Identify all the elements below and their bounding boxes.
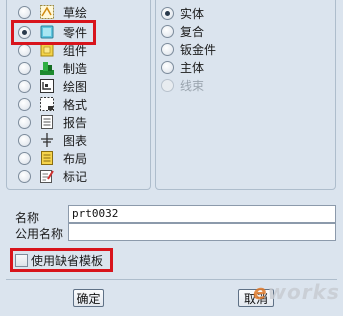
radio-button[interactable]	[161, 24, 174, 38]
type-label: 格式	[63, 97, 88, 112]
drawing-icon	[39, 78, 55, 94]
type-option-layout[interactable]: 布局	[18, 149, 87, 167]
type-option-report[interactable]: 报告	[18, 113, 87, 131]
radio-button[interactable]	[18, 133, 31, 147]
type-label: 组件	[63, 43, 88, 58]
type-option-sketch[interactable]: 草绘	[18, 3, 87, 21]
radio-button[interactable]	[18, 5, 31, 19]
type-option-part[interactable]: 零件	[18, 23, 87, 41]
subtype-option-solid[interactable]: 实体	[161, 4, 204, 22]
type-label: 制造	[63, 61, 88, 76]
manufacturing-icon	[39, 60, 55, 76]
radio-button[interactable]	[18, 151, 31, 165]
subtype-option-composite[interactable]: 复合	[161, 22, 204, 40]
divider	[6, 279, 337, 280]
radio-button[interactable]	[18, 61, 31, 75]
type-label: 绘图	[63, 79, 88, 94]
subtype-label: 钣金件	[180, 42, 217, 57]
radio-button[interactable]	[161, 6, 174, 20]
common-name-label: 公用名称	[15, 227, 64, 241]
name-label: 名称	[15, 211, 40, 225]
subtype-label: 实体	[180, 6, 205, 21]
type-option-drawing[interactable]: 绘图	[18, 77, 87, 95]
type-option-manufacturing[interactable]: 制造	[18, 59, 87, 77]
radio-button[interactable]	[18, 43, 31, 57]
type-option-assembly[interactable]: 组件	[18, 41, 87, 59]
radio-button	[161, 78, 174, 92]
radio-button[interactable]	[18, 97, 31, 111]
format-icon	[39, 96, 55, 112]
ok-button[interactable]: 确定	[73, 289, 104, 307]
cancel-button[interactable]: 取消	[238, 289, 274, 307]
subtype-option-bulk[interactable]: 主体	[161, 58, 204, 76]
subtype-option-harness: 线束	[161, 76, 204, 94]
report-icon	[39, 114, 55, 130]
radio-button[interactable]	[161, 60, 174, 74]
use-default-template-option[interactable]: 使用缺省模板	[15, 252, 103, 268]
radio-button[interactable]	[18, 169, 31, 183]
common-name-input[interactable]	[68, 223, 336, 241]
subtype-label: 复合	[180, 24, 205, 39]
type-label: 草绘	[63, 5, 88, 20]
type-label: 零件	[63, 25, 88, 40]
type-option-markup[interactable]: 标记	[18, 167, 87, 185]
diagram-icon	[39, 132, 55, 148]
type-label: 报告	[63, 115, 88, 130]
radio-button[interactable]	[18, 25, 31, 39]
type-option-format[interactable]: 格式	[18, 95, 87, 113]
type-label: 图表	[63, 133, 88, 148]
type-option-diagram[interactable]: 图表	[18, 131, 87, 149]
layout-icon	[39, 150, 55, 166]
radio-button[interactable]	[18, 115, 31, 129]
radio-button[interactable]	[18, 79, 31, 93]
name-input[interactable]: prt0032	[68, 205, 336, 223]
assembly-icon	[39, 42, 55, 58]
subtype-label: 主体	[180, 60, 205, 75]
radio-button[interactable]	[161, 42, 174, 56]
use-default-template-label: 使用缺省模板	[31, 253, 104, 268]
sketch-icon	[39, 4, 55, 20]
use-default-template-checkbox[interactable]	[15, 253, 28, 267]
markup-icon	[39, 168, 55, 184]
subtype-label: 线束	[180, 78, 205, 93]
type-label: 布局	[63, 151, 88, 166]
type-label: 标记	[63, 169, 88, 184]
part-icon	[39, 24, 55, 40]
subtype-option-sheetmetal[interactable]: 钣金件	[161, 40, 216, 58]
